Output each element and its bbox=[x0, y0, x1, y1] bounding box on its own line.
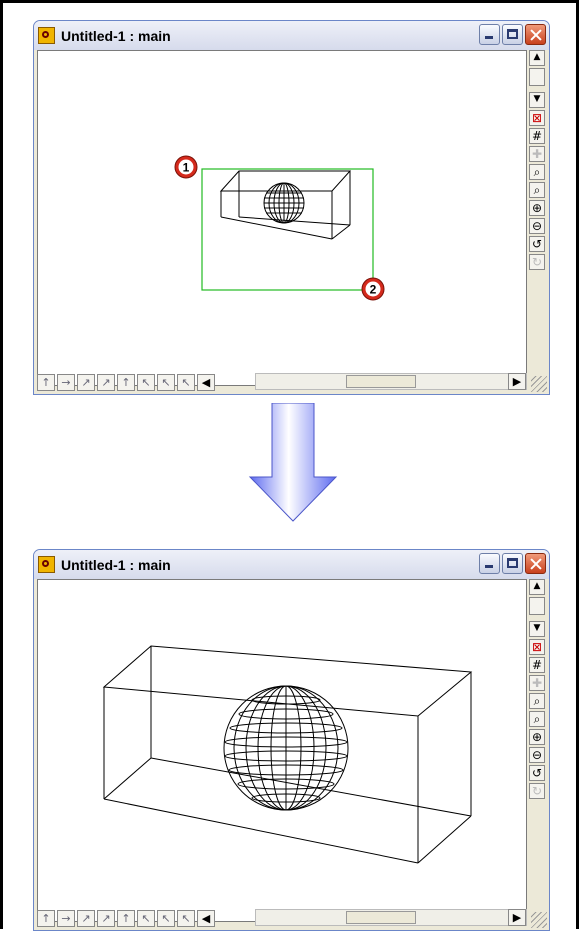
view-right-icon[interactable]: → bbox=[57, 909, 75, 927]
zoom-out-icon[interactable]: ⊖ bbox=[529, 747, 545, 763]
vertical-scroll-thumb[interactable] bbox=[529, 68, 545, 86]
view-iso-1-icon[interactable]: ↗ bbox=[77, 909, 95, 927]
app-icon bbox=[38, 556, 55, 573]
view-iso-6-icon[interactable]: ↖ bbox=[177, 909, 195, 927]
view-iso-2-icon[interactable]: ↗ bbox=[97, 909, 115, 927]
scroll-right-icon[interactable]: ▶ bbox=[508, 373, 526, 390]
zoom-in-icon[interactable]: ⊕ bbox=[529, 729, 545, 745]
horizontal-scroll-thumb[interactable] bbox=[346, 911, 416, 924]
zoom-extents-icon[interactable]: ⌕ bbox=[529, 182, 545, 198]
resize-grip-icon[interactable] bbox=[531, 912, 547, 928]
down-arrow-icon bbox=[248, 403, 338, 522]
view-iso-3-icon[interactable]: ↑ bbox=[117, 909, 135, 927]
zoom-next-icon[interactable]: ↻ bbox=[529, 254, 545, 270]
title-bar[interactable]: Untitled-1 : main bbox=[34, 21, 549, 50]
scroll-down-icon[interactable]: ▼ bbox=[529, 92, 545, 108]
maximize-button[interactable] bbox=[502, 553, 523, 574]
zoom-next-icon[interactable]: ↻ bbox=[529, 783, 545, 799]
view-iso-2-icon[interactable]: ↗ bbox=[97, 373, 115, 391]
view-iso-6-icon[interactable]: ↖ bbox=[177, 373, 195, 391]
view-iso-5-icon[interactable]: ↖ bbox=[157, 373, 175, 391]
pan-cross-icon[interactable]: ✚ bbox=[529, 675, 545, 691]
close-button[interactable] bbox=[525, 553, 546, 574]
scroll-right-icon[interactable]: ▶ bbox=[508, 909, 526, 926]
horizontal-scrollbar[interactable]: ▶ bbox=[255, 909, 527, 926]
svg-text:2: 2 bbox=[370, 283, 377, 297]
view-up-icon[interactable]: ↑ bbox=[37, 373, 55, 391]
viewport-canvas[interactable]: 1 2 bbox=[37, 50, 527, 386]
grid-icon[interactable]: # bbox=[529, 128, 545, 144]
vertical-scroll-thumb[interactable] bbox=[529, 597, 545, 615]
box-top-face bbox=[219, 170, 352, 192]
view-iso-4-icon[interactable]: ↖ bbox=[137, 909, 155, 927]
window-title: Untitled-1 : main bbox=[61, 556, 171, 573]
scroll-left-icon[interactable]: ◀ bbox=[197, 909, 215, 927]
zoom-window-icon[interactable]: ⌕ bbox=[529, 693, 545, 709]
marker-2: 2 bbox=[361, 277, 385, 301]
minimize-button[interactable] bbox=[479, 553, 500, 574]
wireframe-view: 1 2 bbox=[174, 155, 385, 301]
svg-text:1: 1 bbox=[183, 161, 190, 175]
zoom-out-icon[interactable]: ⊖ bbox=[529, 218, 545, 234]
sphere-small bbox=[263, 182, 305, 224]
wireframe-view bbox=[102, 645, 473, 864]
zoom-window-icon[interactable]: ⌕ bbox=[529, 164, 545, 180]
close-button[interactable] bbox=[525, 24, 546, 45]
view-iso-5-icon[interactable]: ↖ bbox=[157, 909, 175, 927]
zoom-previous-icon[interactable]: ↺ bbox=[529, 765, 545, 781]
scroll-left-icon[interactable]: ◀ bbox=[197, 373, 215, 391]
horizontal-scrollbar[interactable]: ▶ bbox=[255, 373, 527, 390]
window-title: Untitled-1 : main bbox=[61, 27, 171, 44]
minimize-button[interactable] bbox=[479, 24, 500, 45]
box-large bbox=[102, 645, 473, 864]
marker-1: 1 bbox=[174, 155, 198, 179]
zoom-previous-icon[interactable]: ↺ bbox=[529, 236, 545, 252]
top-window: Untitled-1 : main 1 2 ▲ ▼ ⊠ # ✚ ⌕ ⌕ ⊕ ⊖ … bbox=[33, 20, 550, 395]
bottom-toolbar: ↑ → ↗ ↗ ↑ ↖ ↖ ↖ ◀ ▶ bbox=[37, 372, 527, 392]
zoom-extents-icon[interactable]: ⌕ bbox=[529, 711, 545, 727]
zoom-in-icon[interactable]: ⊕ bbox=[529, 200, 545, 216]
viewport-canvas[interactable] bbox=[37, 579, 527, 922]
bottom-toolbar: ↑ → ↗ ↗ ↑ ↖ ↖ ↖ ◀ ▶ bbox=[37, 908, 527, 928]
resize-grip-icon[interactable] bbox=[531, 376, 547, 392]
view-right-icon[interactable]: → bbox=[57, 373, 75, 391]
view-iso-3-icon[interactable]: ↑ bbox=[117, 373, 135, 391]
scroll-up-icon[interactable]: ▲ bbox=[529, 579, 545, 595]
scroll-down-icon[interactable]: ▼ bbox=[529, 621, 545, 637]
scroll-up-icon[interactable]: ▲ bbox=[529, 50, 545, 66]
view-iso-4-icon[interactable]: ↖ bbox=[137, 373, 155, 391]
app-icon bbox=[38, 27, 55, 44]
delete-view-icon[interactable]: ⊠ bbox=[529, 639, 545, 655]
delete-view-icon[interactable]: ⊠ bbox=[529, 110, 545, 126]
bottom-window: Untitled-1 : main ▲ ▼ ⊠ # ✚ ⌕ ⌕ ⊕ ⊖ ↺ ↻ … bbox=[33, 549, 550, 931]
pan-cross-icon[interactable]: ✚ bbox=[529, 146, 545, 162]
maximize-button[interactable] bbox=[502, 24, 523, 45]
right-toolbar: ▲ ▼ ⊠ # ✚ ⌕ ⌕ ⊕ ⊖ ↺ ↻ bbox=[529, 579, 547, 801]
grid-icon[interactable]: # bbox=[529, 657, 545, 673]
view-up-icon[interactable]: ↑ bbox=[37, 909, 55, 927]
sphere-large bbox=[223, 685, 349, 811]
right-toolbar: ▲ ▼ ⊠ # ✚ ⌕ ⌕ ⊕ ⊖ ↺ ↻ bbox=[529, 50, 547, 272]
view-iso-1-icon[interactable]: ↗ bbox=[77, 373, 95, 391]
title-bar[interactable]: Untitled-1 : main bbox=[34, 550, 549, 579]
horizontal-scroll-thumb[interactable] bbox=[346, 375, 416, 388]
